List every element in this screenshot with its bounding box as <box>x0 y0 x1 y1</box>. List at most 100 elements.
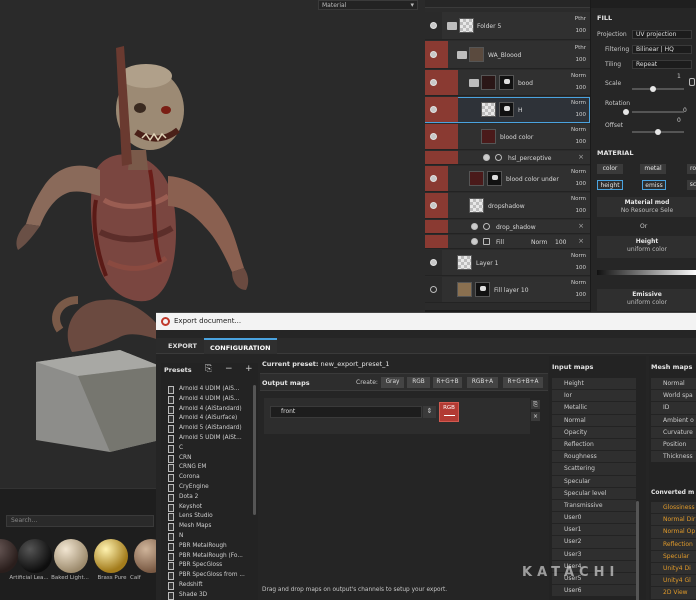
input-map-item[interactable]: Specular level <box>552 487 636 499</box>
tab-configuration[interactable]: CONFIGURATION <box>204 338 277 354</box>
layer-opacity[interactable]: 100 <box>576 265 587 271</box>
rotation-slider[interactable] <box>632 111 684 113</box>
height-gradient-bar[interactable] <box>597 270 696 275</box>
layer-dropshadow[interactable]: dropshadow Norm 100 <box>425 193 590 219</box>
input-map-item[interactable]: User2 <box>552 536 636 548</box>
input-map-item[interactable]: Opacity <box>552 426 636 438</box>
blend-mode[interactable]: Norm <box>571 253 586 259</box>
visibility-eye-icon[interactable] <box>430 286 437 293</box>
material-baked-light[interactable] <box>54 539 88 573</box>
preset-item[interactable]: Lens Studio <box>166 512 249 522</box>
blend-mode[interactable]: Norm <box>571 196 586 202</box>
input-maps-scrollbar[interactable] <box>636 501 639 600</box>
preset-item[interactable]: Redshift <box>166 581 249 591</box>
input-map-item[interactable]: Scattering <box>552 463 636 475</box>
layer-opacity[interactable]: 100 <box>576 28 587 34</box>
material-mode-slot[interactable]: Material mod No Resource Sele <box>597 197 696 217</box>
channel-toggle-metal[interactable]: metal <box>640 164 666 174</box>
input-map-item[interactable]: Transmissive <box>552 499 636 512</box>
mesh-map-item[interactable]: Normal <box>651 378 696 390</box>
preset-item[interactable]: Arnold 4 UDIM (AiS... <box>166 395 249 405</box>
layer-opacity[interactable]: 100 <box>576 292 587 298</box>
shelf-search-input[interactable]: Search... <box>6 515 154 527</box>
visibility-eye-icon[interactable] <box>430 259 437 266</box>
channel-toggle-height[interactable]: height <box>597 180 623 190</box>
layer-wa-bloood[interactable]: WA_Bloood Pthr 100 <box>425 41 590 69</box>
current-preset-name[interactable]: new_export_preset_1 <box>321 360 390 368</box>
layer-opacity[interactable]: 100 <box>576 85 587 91</box>
blend-mode[interactable]: Pthr <box>575 16 586 22</box>
preset-item[interactable]: PBR MetalRough <box>166 542 249 552</box>
channel-toggle-scattering[interactable]: sc <box>687 180 696 190</box>
converted-map-item[interactable]: Normal Op <box>651 526 696 538</box>
layer-bood[interactable]: bood Norm 100 <box>425 70 590 96</box>
lock-icon[interactable] <box>689 78 695 86</box>
visibility-eye-icon[interactable] <box>430 51 437 58</box>
effect-fill[interactable]: Fill Norm 100 × <box>425 235 590 249</box>
visibility-eye-icon[interactable] <box>430 79 437 86</box>
layer-blood-color[interactable]: blood color Norm 100 <box>425 124 590 150</box>
layer-opacity[interactable]: 100 <box>576 208 587 214</box>
preset-item[interactable]: Shade 3D <box>166 591 249 600</box>
blend-mode[interactable]: Norm <box>571 127 586 133</box>
layer-opacity[interactable]: 100 <box>576 57 587 63</box>
preset-item[interactable]: Mesh Maps <box>166 522 249 532</box>
converted-map-item[interactable]: Specular <box>651 550 696 562</box>
rgb-channel-slot[interactable]: RGB <box>439 402 459 422</box>
preset-item[interactable]: Arnold 5 UDIM (AiSt... <box>166 434 249 444</box>
preset-item[interactable]: PBR MetalRough (Fo... <box>166 552 249 562</box>
visibility-eye-icon[interactable] <box>430 175 437 182</box>
channel-toggle-rough[interactable]: ro <box>687 164 696 174</box>
preset-item[interactable]: Arnold 4 UDIM (AiS... <box>166 385 249 395</box>
blend-mode[interactable]: Norm <box>571 280 586 286</box>
layer-folder-5[interactable]: Folder 5 Pthr 100 <box>425 12 590 40</box>
mesh-map-item[interactable]: Curvature <box>651 426 696 438</box>
preset-item[interactable]: Arnold 4 (AiSurface) <box>166 414 249 424</box>
effect-toggle-icon[interactable] <box>483 154 490 161</box>
material-thumb[interactable] <box>18 539 52 573</box>
mesh-map-item[interactable]: Ambient o <box>651 414 696 426</box>
preset-item[interactable]: N <box>166 532 249 542</box>
preset-item[interactable]: Keyshot <box>166 503 249 513</box>
offset-slider-handle[interactable] <box>655 129 661 135</box>
converted-map-item[interactable]: Unity4 Gl <box>651 575 696 587</box>
effect-hsl-perceptive[interactable]: hsl_perceptive × <box>425 151 590 165</box>
blend-mode[interactable]: Norm <box>571 100 586 106</box>
mesh-map-item[interactable]: World spa <box>651 390 696 402</box>
delete-map-icon[interactable]: × <box>531 412 540 421</box>
effect-toggle-icon[interactable] <box>471 223 478 230</box>
layer-blood-color-under[interactable]: blood color under Norm 100 <box>425 166 590 192</box>
input-map-item[interactable]: Specular <box>552 475 636 487</box>
material-brass-pure[interactable] <box>94 539 128 573</box>
scale-slider[interactable] <box>632 88 684 90</box>
duplicate-preset-icon[interactable]: ⎘ <box>205 364 212 374</box>
filtering-dropdown[interactable]: Bilinear | HQ <box>632 45 692 54</box>
layer-layer-1[interactable]: Layer 1 Norm 100 <box>425 250 590 276</box>
effect-drop-shadow[interactable]: drop_shadow × <box>425 220 590 234</box>
input-map-item[interactable]: Roughness <box>552 451 636 463</box>
input-map-item[interactable]: Ior <box>552 390 636 402</box>
tiling-dropdown[interactable]: Repeat <box>632 60 692 69</box>
preset-item[interactable]: CRN <box>166 454 249 464</box>
preset-item[interactable]: Corona <box>166 473 249 483</box>
blend-mode[interactable]: Norm <box>571 169 586 175</box>
output-map-name-field[interactable]: front <box>270 406 422 418</box>
converted-map-item[interactable]: 2D View <box>651 587 696 599</box>
visibility-eye-icon[interactable] <box>430 133 437 140</box>
emissive-slot[interactable]: Emissive uniform color <box>597 289 696 311</box>
output-map-row[interactable]: front ⇕ RGB <box>264 398 530 434</box>
dialog-titlebar[interactable]: Export document... <box>156 313 696 330</box>
converted-map-item[interactable]: Unity4 Di <box>651 562 696 575</box>
create-r-g-b-a-button[interactable]: R+G+B+A <box>503 377 543 388</box>
remove-preset-icon[interactable]: − <box>225 364 233 374</box>
converted-map-item[interactable]: Reflection <box>651 538 696 550</box>
blend-mode[interactable]: Pthr <box>575 45 586 51</box>
input-map-item[interactable]: User6 <box>552 585 636 597</box>
channel-toggle-color[interactable]: color <box>597 164 623 174</box>
remove-effect-icon[interactable]: × <box>578 222 584 230</box>
input-map-item[interactable]: Normal <box>552 414 636 426</box>
visibility-eye-icon[interactable] <box>430 202 437 209</box>
layer-h[interactable]: H Norm 100 <box>425 97 590 123</box>
add-preset-icon[interactable]: + <box>245 364 253 374</box>
mesh-map-item[interactable]: ID <box>651 402 696 414</box>
